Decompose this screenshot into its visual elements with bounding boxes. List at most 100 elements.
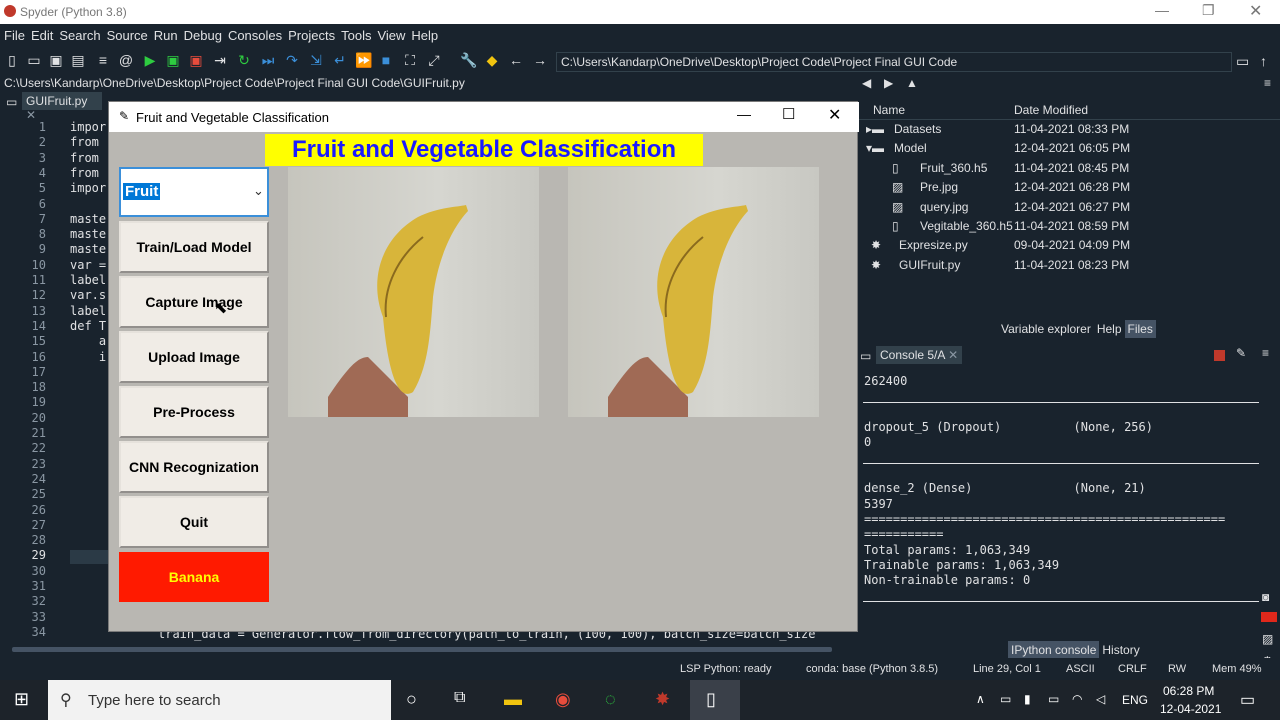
list-icon[interactable]: ≡	[95, 52, 111, 68]
close-icon[interactable]: ✕	[1249, 1, 1262, 21]
tab-help[interactable]: Help	[1094, 320, 1125, 338]
run-cell-advance-icon[interactable]: ▣	[188, 52, 204, 68]
battery-icon[interactable]: ▭	[1048, 692, 1059, 706]
file-name[interactable]: GUIFruit.py	[899, 258, 960, 272]
file-name[interactable]: Fruit_360.h5	[920, 161, 987, 175]
quit-button[interactable]: Quit	[119, 496, 269, 548]
task-view-icon[interactable]: ⧉	[454, 689, 465, 707]
parent-nav-icon[interactable]: ▲	[906, 76, 918, 90]
file-name[interactable]: query.jpg	[920, 200, 968, 214]
tab-variable-explorer[interactable]: Variable explorer	[998, 320, 1094, 338]
working-directory-input[interactable]: C:\Users\Kandarp\OneDrive\Desktop\Projec…	[556, 52, 1232, 72]
gui-close-icon[interactable]: ✕	[828, 105, 841, 125]
upload-image-button[interactable]: Upload Image	[119, 331, 269, 383]
step-into-icon[interactable]: ⇲	[308, 52, 324, 68]
menu-tools[interactable]: Tools	[338, 24, 374, 43]
menu-edit[interactable]: Edit	[28, 24, 56, 43]
up-arrow-icon[interactable]: ↑	[1260, 53, 1267, 69]
console-tab[interactable]: Console 5/A ✕	[876, 346, 963, 364]
cortana-icon[interactable]: ○	[406, 689, 417, 710]
save-icon[interactable]: ▣	[48, 52, 64, 68]
debug-icon[interactable]: ⏭	[260, 52, 276, 68]
tab-history[interactable]: History	[1099, 641, 1142, 659]
wifi-icon[interactable]: ◠	[1072, 692, 1082, 706]
files-col-name[interactable]: Name	[873, 103, 905, 117]
camera-icon[interactable]: ◙	[1262, 590, 1269, 604]
at-icon[interactable]: @	[118, 52, 134, 68]
chrome-icon[interactable]: ◉	[555, 689, 571, 710]
tab-files[interactable]: Files	[1124, 320, 1156, 338]
console-menu-icon[interactable]: ≡	[1262, 346, 1269, 360]
category-select[interactable]: Fruit ⌄	[119, 167, 269, 217]
gui-maximize-icon[interactable]: ☐	[782, 105, 795, 123]
volume-icon[interactable]: ◁	[1096, 692, 1105, 706]
menu-debug[interactable]: Debug	[181, 24, 225, 43]
step-icon[interactable]: ↷	[284, 52, 300, 68]
mic-icon[interactable]: ▮	[1024, 692, 1031, 706]
files-header-divider	[858, 119, 1280, 120]
editor-hscrollbar[interactable]	[12, 647, 832, 652]
editor-tab[interactable]: GUIFruit.py ✕	[22, 92, 102, 122]
windows-start-icon[interactable]: ⊞	[14, 689, 29, 710]
forward-icon[interactable]: →	[532, 52, 548, 68]
file-name[interactable]: Datasets	[894, 122, 941, 136]
file-name[interactable]: Model	[894, 141, 927, 155]
menu-consoles[interactable]: Consoles	[225, 24, 285, 43]
pre-process-button[interactable]: Pre-Process	[119, 386, 269, 438]
step-return-icon[interactable]: ↵	[332, 52, 348, 68]
chevron-up-icon[interactable]: ∧	[976, 692, 985, 706]
menu-run[interactable]: Run	[151, 24, 181, 43]
minimize-icon[interactable]: —	[1155, 2, 1169, 18]
file-explorer-icon[interactable]: ▬	[504, 689, 522, 710]
taskbar-search[interactable]: ⚲ Type here to search	[48, 680, 391, 720]
menu-file[interactable]: File	[0, 24, 28, 43]
menu-view[interactable]: View	[374, 24, 408, 43]
stop-debug-icon[interactable]: ■	[378, 52, 394, 68]
eraser-icon[interactable]: ✎	[1236, 346, 1246, 360]
meet-icon[interactable]: ▭	[1000, 692, 1011, 706]
file-name[interactable]: Expresize.py	[899, 238, 968, 252]
record-icon[interactable]	[1261, 612, 1277, 622]
language-indicator[interactable]: ENG	[1122, 693, 1148, 707]
open-file-icon[interactable]: ▭	[26, 52, 42, 68]
anaconda-icon[interactable]: ◌	[605, 689, 616, 710]
run-icon[interactable]: ▶	[142, 52, 158, 68]
python-path-icon[interactable]: ◆	[484, 52, 500, 68]
files-col-date[interactable]: Date Modified	[1014, 103, 1088, 117]
menu-search[interactable]: Search	[56, 24, 103, 43]
back-icon[interactable]: ←	[508, 52, 524, 68]
file-name[interactable]: Pre.jpg	[920, 180, 958, 194]
notifications-icon[interactable]: ▭	[1240, 690, 1255, 710]
clock-date[interactable]: 12-04-2021	[1160, 702, 1221, 716]
restore-icon[interactable]: ❐	[1202, 2, 1215, 19]
fullscreen-icon[interactable]: ⤢	[426, 52, 442, 68]
preferences-icon[interactable]: 🔧	[460, 52, 477, 68]
forward-nav-icon[interactable]: ▶	[884, 76, 893, 90]
pane-menu-icon[interactable]: ≡	[1264, 76, 1271, 90]
menu-help[interactable]: Help	[408, 24, 441, 43]
notepad-icon[interactable]: ▯	[706, 689, 716, 710]
gui-minimize-icon[interactable]: —	[737, 106, 751, 122]
capture-image-button[interactable]: Capture Image	[119, 276, 269, 328]
console-pane[interactable]: ▭ Console 5/A ✕ ✎ ≡	[858, 345, 1280, 658]
console-tab-close-icon[interactable]: ✕	[948, 348, 958, 362]
menu-source[interactable]: Source	[104, 24, 151, 43]
run-cell-icon[interactable]: ▣	[165, 52, 181, 68]
cnn-recognization-button[interactable]: CNN Recognization	[119, 441, 269, 493]
train-load-model-button[interactable]: Train/Load Model	[119, 221, 269, 273]
tab-ipython-console[interactable]: IPython console	[1008, 641, 1100, 659]
rerun-icon[interactable]: ↻	[236, 52, 252, 68]
new-file-icon[interactable]: ▯	[4, 52, 20, 68]
clock-time[interactable]: 06:28 PM	[1163, 684, 1214, 698]
menu-projects[interactable]: Projects	[285, 24, 338, 43]
save-all-icon[interactable]: ▤	[70, 52, 86, 68]
image-icon[interactable]: ▨	[1262, 632, 1273, 646]
back-nav-icon[interactable]: ◀	[862, 76, 871, 90]
spyder-task-icon[interactable]: ✸	[655, 689, 670, 710]
run-selection-icon[interactable]: ⇥	[212, 52, 228, 68]
stop-icon[interactable]	[1214, 350, 1225, 361]
file-name[interactable]: Vegitable_360.h5	[920, 219, 1013, 233]
continue-icon[interactable]: ⏩	[355, 52, 372, 68]
folder-icon[interactable]: ▭	[1236, 53, 1249, 70]
maximize-pane-icon[interactable]: ⛶	[402, 52, 418, 68]
